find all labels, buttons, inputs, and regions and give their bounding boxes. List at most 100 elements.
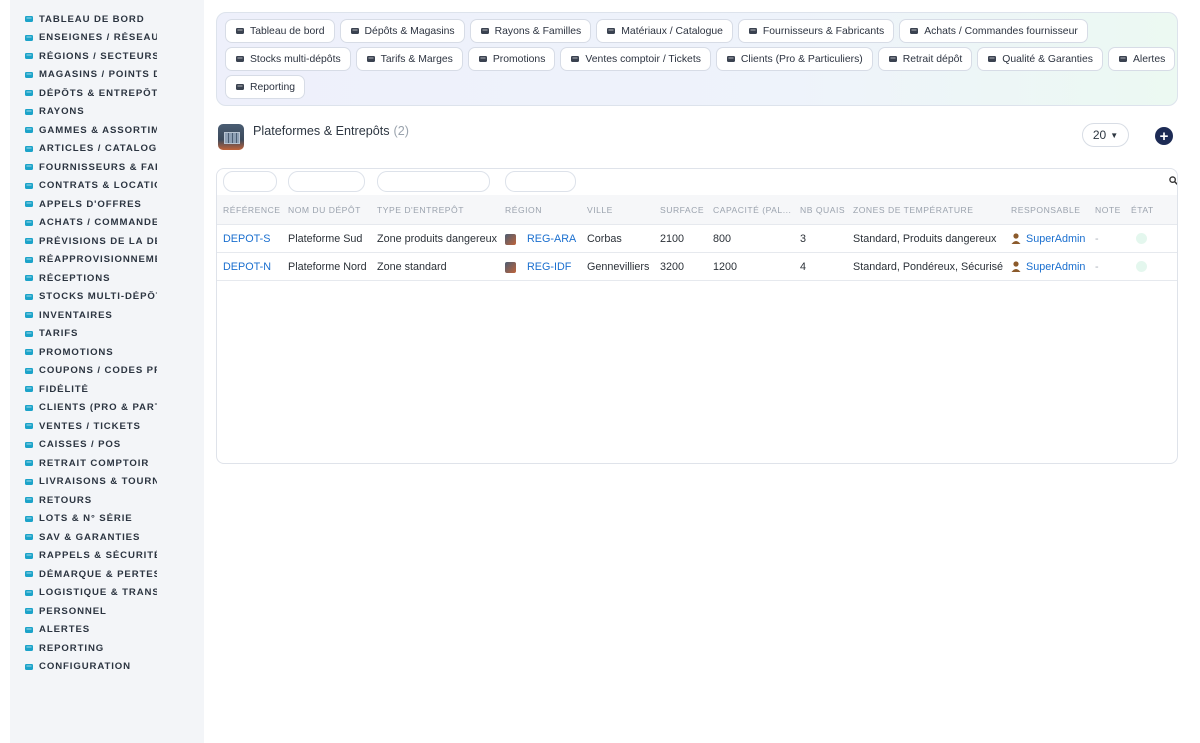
card-icon: [24, 384, 39, 394]
sidebar-item-label: RÉCEPTIONS: [39, 272, 111, 284]
cell-manager[interactable]: SuperAdmin: [1026, 233, 1085, 245]
nav-tab[interactable]: Tableau de bord: [225, 19, 335, 43]
sidebar-item[interactable]: FOURNISSEURS & FABRICANTS: [10, 158, 204, 177]
sidebar-item[interactable]: GAMMES & ASSORTIMENTS: [10, 121, 204, 140]
column-header[interactable]: NOTE: [1095, 205, 1121, 215]
sidebar-item-label: TABLEAU DE BORD: [39, 13, 145, 25]
nav-tab-label: Fournisseurs & Fabricants: [762, 25, 885, 37]
sidebar-item[interactable]: CONTRATS & LOCATION: [10, 177, 204, 196]
search-icon[interactable]: [1169, 176, 1178, 185]
sidebar-item[interactable]: APPELS D'OFFRES: [10, 195, 204, 214]
column-header[interactable]: CAPACITÉ (PAL...: [713, 205, 791, 215]
nav-tab[interactable]: Dépôts & Magasins: [339, 19, 465, 43]
column-header[interactable]: NOM DU DÉPÔT: [288, 205, 361, 215]
user-icon: [726, 54, 741, 64]
nav-tab[interactable]: Rayons & Familles: [469, 19, 592, 43]
sidebar-item[interactable]: CLIENTS (PRO & PARTICULIERS): [10, 399, 204, 418]
sidebar-item[interactable]: COUPONS / CODES PROMO: [10, 362, 204, 381]
sidebar-item-label: SAV & GARANTIES: [39, 531, 141, 543]
filter-region-input[interactable]: [505, 171, 576, 192]
sidebar-item[interactable]: RAPPELS & SÉCURITÉ: [10, 547, 204, 566]
nav-tab-label: Tableau de bord: [250, 25, 325, 37]
column-header[interactable]: SURFACE: [660, 205, 704, 215]
sidebar-item[interactable]: CAISSES / POS: [10, 436, 204, 455]
cell-type: Zone produits dangereux: [377, 233, 498, 245]
sidebar-item[interactable]: PROMOTIONS: [10, 343, 204, 362]
column-header[interactable]: RESPONSABLE: [1011, 205, 1081, 215]
nav-tab[interactable]: Promotions: [467, 47, 556, 71]
sidebar-item[interactable]: INVENTAIRES: [10, 306, 204, 325]
nav-tab[interactable]: Tarifs & Marges: [355, 47, 463, 71]
sidebar-item[interactable]: RAYONS: [10, 103, 204, 122]
sidebar-item[interactable]: DÉPÔTS & ENTREPÔTS: [10, 84, 204, 103]
sidebar-item[interactable]: FIDÉLITÉ: [10, 380, 204, 399]
sidebar-item[interactable]: LOTS & N° SÉRIE: [10, 510, 204, 529]
sidebar-item[interactable]: LIVRAISONS & TOURNÉES: [10, 473, 204, 492]
sidebar-item[interactable]: ACHATS / COMMANDES FOURNISSEUR: [10, 214, 204, 233]
sidebar-item-label: LIVRAISONS & TOURNÉES: [39, 476, 157, 488]
cart-icon: [24, 218, 39, 228]
sidebar-item[interactable]: ALERTES: [10, 621, 204, 640]
filter-reference-input[interactable]: [223, 171, 277, 192]
nav-tab-label: Promotions: [492, 53, 546, 65]
nav-tab[interactable]: Retrait dépôt: [877, 47, 973, 71]
nav-tab[interactable]: Qualité & Garanties: [977, 47, 1103, 71]
sidebar-item[interactable]: SAV & GARANTIES: [10, 528, 204, 547]
nav-tab[interactable]: Fournisseurs & Fabricants: [737, 19, 895, 43]
column-header[interactable]: NB QUAIS: [800, 205, 845, 215]
record-count: (2): [393, 124, 409, 138]
cell-ref[interactable]: DEPOT-N: [223, 261, 271, 273]
cell-ref[interactable]: DEPOT-S: [223, 233, 270, 245]
sidebar-item[interactable]: PRÉVISIONS DE LA DEMANDE: [10, 232, 204, 251]
nav-tab[interactable]: Alertes: [1107, 47, 1176, 71]
sidebar-item-label: FOURNISSEURS & FABRICANTS: [39, 161, 157, 173]
sidebar-item[interactable]: ENSEIGNES / RÉSEAU: [10, 29, 204, 48]
column-header[interactable]: RÉFÉRENCE: [223, 205, 281, 215]
cell-manager[interactable]: SuperAdmin: [1026, 261, 1085, 273]
nav-tab-label: Clients (Pro & Particuliers): [740, 53, 863, 65]
cell-region[interactable]: REG-IDF: [527, 261, 571, 273]
sidebar-item-label: LOGISTIQUE & TRANSPORT: [39, 587, 157, 599]
nav-tab[interactable]: Achats / Commandes fournisseur: [899, 19, 1088, 43]
nav-tab-label: Reporting: [250, 81, 296, 93]
sidebar-item[interactable]: LOGISTIQUE & TRANSPORT: [10, 584, 204, 603]
column-header[interactable]: TYPE D'ENTREPÔT: [377, 205, 464, 215]
column-header[interactable]: ÉTAT: [1131, 205, 1154, 215]
percent-icon: [478, 54, 493, 64]
nav-tab[interactable]: Ventes comptoir / Tickets: [560, 47, 711, 71]
sidebar-item[interactable]: VENTES / TICKETS: [10, 417, 204, 436]
nav-tab[interactable]: Stocks multi-dépôts: [225, 47, 351, 71]
sidebar-item[interactable]: TABLEAU DE BORD: [10, 10, 204, 29]
column-header[interactable]: VILLE: [587, 205, 613, 215]
add-button[interactable]: +: [1155, 127, 1173, 145]
undo-icon: [24, 495, 39, 505]
filter-type-input[interactable]: [377, 171, 490, 192]
cell-region[interactable]: REG-ARA: [527, 233, 576, 245]
sidebar-item[interactable]: TARIFS: [10, 325, 204, 344]
nav-tab[interactable]: Clients (Pro & Particuliers): [715, 47, 873, 71]
sidebar-item[interactable]: DÉMARQUE & PERTES: [10, 565, 204, 584]
tools-icon: [24, 532, 39, 542]
sidebar-item[interactable]: RÉGIONS / SECTEURS: [10, 47, 204, 66]
nav-tab-label: Matériaux / Catalogue: [621, 25, 723, 37]
table-row[interactable]: DEPOT-N Plateforme Nord Zone standard REG-I…: [217, 253, 1177, 281]
nav-tab[interactable]: Matériaux / Catalogue: [596, 19, 733, 43]
filter-name-input[interactable]: [288, 171, 365, 192]
cell-city: Corbas: [587, 233, 622, 245]
sidebar-item[interactable]: RETOURS: [10, 491, 204, 510]
sidebar-item[interactable]: CONFIGURATION: [10, 658, 204, 677]
nav-tab[interactable]: Reporting: [225, 75, 306, 99]
sidebar-item[interactable]: MAGASINS / POINTS DE VENTE: [10, 66, 204, 85]
column-header[interactable]: ZONES DE TEMPÉRATURE: [853, 205, 973, 215]
sidebar-item[interactable]: RÉAPPROVISIONNEMENT: [10, 251, 204, 270]
sidebar-item[interactable]: ARTICLES / CATALOGUE: [10, 140, 204, 159]
sidebar-item[interactable]: RETRAIT COMPTOIR: [10, 454, 204, 473]
column-header[interactable]: RÉGION: [505, 205, 542, 215]
sidebar-item[interactable]: RÉCEPTIONS: [10, 269, 204, 288]
sidebar-item[interactable]: REPORTING: [10, 639, 204, 658]
per-page-select[interactable]: 20 ▼: [1082, 123, 1129, 147]
sidebar-item[interactable]: STOCKS MULTI-DÉPÔTS: [10, 288, 204, 307]
sidebar-item[interactable]: PERSONNEL: [10, 602, 204, 621]
table-row[interactable]: DEPOT-S Plateforme Sud Zone produits dange…: [217, 225, 1177, 253]
page-title: Plateformes & Entrepôts (2): [253, 124, 409, 138]
